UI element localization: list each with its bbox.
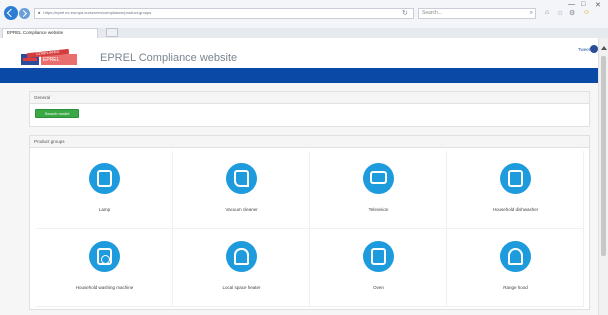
smiley-icon[interactable]: ☺ — [583, 9, 590, 16]
product-group-household-washing-machine[interactable]: Household washing machine — [36, 229, 173, 307]
search-placeholder: Search... — [422, 10, 443, 16]
product-group-label: Vacuum cleaner — [225, 207, 258, 212]
gear-icon[interactable]: ⚙ — [569, 9, 575, 17]
range-hood-icon — [500, 241, 531, 272]
general-panel-title: General — [30, 92, 589, 104]
main-content: General Search model Product groups Lamp… — [0, 83, 598, 315]
product-group-oven[interactable]: Oven — [310, 229, 447, 307]
scroll-thumb[interactable] — [601, 56, 606, 256]
general-panel: General Search model — [29, 91, 590, 127]
browser-toolbar: ■ https://eprel.ec.europa.eu/screen/compl… — [0, 0, 608, 28]
product-group-local-space-heater[interactable]: Local space heater — [173, 229, 310, 307]
product-group-television[interactable]: Television — [310, 151, 447, 229]
address-text: https://eprel.ec.europa.eu/screen/compli… — [43, 10, 152, 15]
lock-icon: ■ — [38, 10, 41, 15]
scrollbar[interactable] — [598, 38, 608, 315]
search-model-button[interactable]: Search model — [35, 109, 79, 118]
tab-label: EPREL Compliance website — [7, 30, 64, 35]
product-group-label: Lamp — [98, 207, 111, 212]
product-groups-panel: Product groups Lamp Vacuum cleaner Telev… — [29, 135, 590, 310]
minimize-icon[interactable]: — — [568, 1, 575, 8]
space-heater-icon — [226, 241, 257, 272]
tab-strip: EPREL Compliance website — [0, 28, 608, 38]
maximize-icon[interactable]: □ — [581, 1, 585, 8]
page-title: EPREL Compliance website — [100, 52, 238, 64]
avatar[interactable] — [590, 45, 598, 53]
product-group-lamp[interactable]: Lamp — [36, 151, 173, 229]
product-group-vacuum-cleaner[interactable]: Vacuum cleaner — [173, 151, 310, 229]
scroll-up-icon[interactable] — [601, 46, 607, 50]
address-bar[interactable]: ■ https://eprel.ec.europa.eu/screen/compl… — [34, 8, 414, 19]
nav-bar — [0, 68, 608, 83]
product-group-label: Household dishwasher — [492, 207, 539, 212]
washing-machine-icon — [89, 241, 120, 272]
product-group-label: Range hood — [503, 285, 528, 290]
product-group-label: Television — [368, 207, 389, 212]
search-input[interactable]: Search... ⌕ — [418, 8, 536, 19]
product-groups-grid: Lamp Vacuum cleaner Television Household… — [36, 151, 584, 307]
forward-button[interactable] — [19, 8, 30, 19]
product-group-range-hood[interactable]: Range hood — [447, 229, 584, 307]
product-group-household-dishwasher[interactable]: Household dishwasher — [447, 151, 584, 229]
lamp-icon — [89, 163, 120, 194]
oven-icon — [363, 241, 394, 272]
vacuum-cleaner-icon — [226, 163, 257, 194]
dishwasher-icon — [500, 163, 531, 194]
product-group-label: Local space heater — [222, 285, 261, 290]
back-button[interactable] — [4, 6, 18, 20]
product-group-label: Household washing machine — [75, 285, 134, 290]
user-link[interactable]: Tweet — [578, 47, 590, 52]
site-header: EPREL COMPLIANCE EPREL Compliance websit… — [0, 38, 598, 68]
product-groups-title: Product groups — [30, 136, 589, 148]
tab-eprel[interactable]: EPREL Compliance website — [2, 28, 98, 38]
home-icon[interactable]: ⌂ — [545, 9, 549, 16]
product-group-label: Oven — [373, 285, 384, 290]
search-icon[interactable]: ⌕ — [530, 10, 533, 17]
refresh-icon[interactable]: ↻ — [402, 9, 408, 17]
close-icon[interactable]: ✕ — [595, 1, 601, 9]
television-icon — [363, 163, 394, 194]
star-icon[interactable]: ☆ — [557, 9, 563, 17]
eprel-logo[interactable]: EPREL COMPLIANCE — [21, 48, 79, 66]
new-tab-button[interactable] — [106, 28, 118, 37]
